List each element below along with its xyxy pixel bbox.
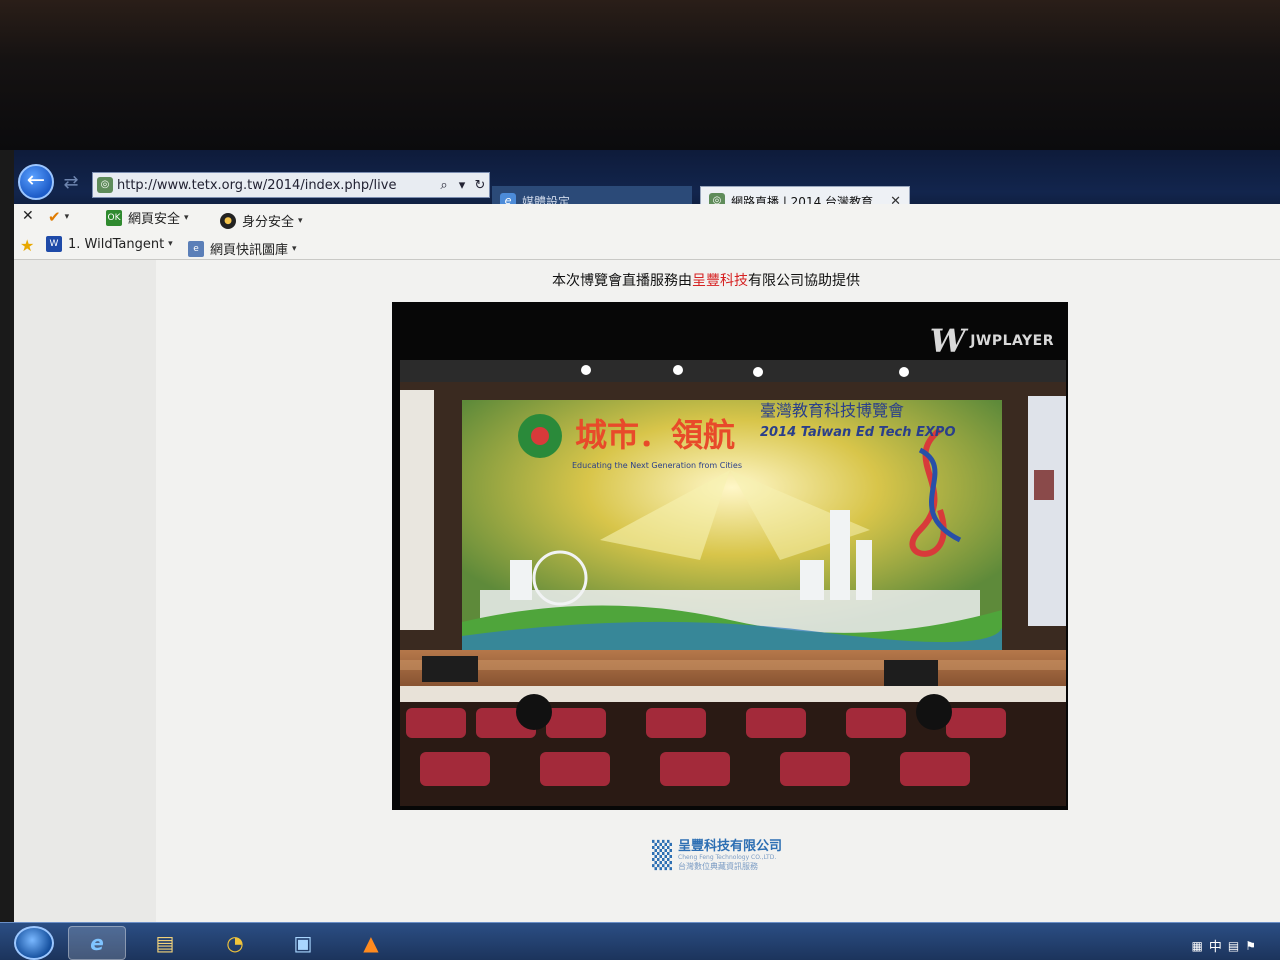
refresh-icon[interactable]: ↻ — [471, 178, 489, 193]
taskbar-ie-button[interactable]: e — [68, 926, 126, 960]
system-tray[interactable]: ▦ 中 ▤ ⚑ — [1191, 936, 1256, 956]
monitor-bezel-top — [0, 0, 1280, 150]
back-arrow-icon: ← — [26, 168, 46, 193]
close-icon: ✕ — [22, 208, 34, 224]
input-method-icon: ▦ — [1191, 938, 1203, 953]
ok-shield-icon: OK — [106, 209, 122, 226]
language-indicator[interactable]: 中 — [1209, 936, 1222, 955]
web-slice-label: 網頁快訊圖庫 — [210, 243, 289, 258]
address-url[interactable]: http://www.tetx.org.tw/2014/index.php/li… — [117, 178, 435, 193]
flag-icon: ⚑ — [1245, 938, 1256, 953]
chevron-down-icon: ▾ — [298, 215, 303, 226]
company-subtitle: 台灣數位典藏資訊服務 — [678, 861, 758, 871]
company-footer-logo[interactable]: ▒ 呈豐科技有限公司 Cheng Feng Technology CO.,LTD… — [652, 839, 783, 871]
identity-safety-label: 身分安全 — [242, 215, 295, 230]
taskbar-explorer-button[interactable]: ▤ — [136, 926, 194, 960]
favorites-star-button[interactable]: ★ — [20, 236, 34, 255]
notice-text-after: 有限公司協助提供 — [748, 273, 860, 289]
web-safety-label: 網頁安全 — [128, 212, 181, 227]
taskbar-chrome-button[interactable]: ◔ — [206, 926, 264, 960]
wildtangent-icon: W — [46, 236, 62, 252]
web-slice-gallery[interactable]: e 網頁快訊圖庫 ▾ — [188, 239, 297, 258]
banner-subtitle: 臺灣教育科技博覽會 — [760, 401, 904, 420]
address-bar[interactable]: ◎ http://www.tetx.org.tw/2014/index.php/… — [92, 172, 490, 198]
web-slice-icon: e — [188, 240, 204, 257]
chevron-down-icon: ▾ — [64, 212, 70, 222]
company-english-name: Cheng Feng Technology CO.,LTD. — [678, 853, 777, 861]
jwplayer-logo: W JWPLAYER — [930, 322, 1054, 360]
chevron-down-icon: ▾ — [168, 239, 173, 249]
taskbar-app-button[interactable]: ▣ — [274, 926, 332, 960]
stage-scene: 城市．領航 臺灣教育科技博覽會 2014 Taiwan Ed Tech EXPO… — [400, 360, 1066, 806]
ie-icon: e — [90, 931, 104, 955]
chevron-down-icon: ▾ — [184, 212, 189, 223]
banner-tagline: Educating the Next Generation from Citie… — [572, 461, 742, 470]
close-toolbar-button[interactable]: ✕ — [22, 208, 34, 224]
checkmark-menu-button[interactable]: ✔ ▾ — [48, 208, 69, 226]
checkmark-icon: ✔ — [48, 208, 61, 226]
company-logo-icon: ▒ — [652, 840, 672, 871]
monitor-app-icon: ▣ — [293, 931, 313, 955]
search-icon[interactable]: ⌕ — [435, 178, 453, 193]
back-button[interactable]: ← — [18, 164, 54, 200]
forward-button[interactable]: ⇄ — [58, 170, 84, 196]
chrome-icon: ◔ — [226, 931, 244, 955]
dropdown-caret-icon[interactable]: ▾ — [453, 178, 471, 193]
forward-arrow-icon: ⇄ — [63, 172, 79, 193]
identity-safety-button[interactable]: ● 身分安全 ▾ — [220, 211, 303, 230]
service-notice: 本次博覽會直播服務由呈豐科技有限公司協助提供 — [552, 270, 860, 290]
chevron-down-icon: ▾ — [292, 243, 297, 254]
banner-english: 2014 Taiwan Ed Tech EXPO — [760, 425, 956, 440]
notice-company-link[interactable]: 呈豐科技 — [692, 273, 748, 289]
favorite-wildtangent[interactable]: W 1. WildTangent ▾ — [46, 236, 173, 252]
favorite-label: 1. WildTangent — [68, 236, 165, 252]
keyboard-icon: ▤ — [1227, 938, 1240, 953]
jwplayer-brand: JWPLAYER — [970, 333, 1054, 349]
notice-text-before: 本次博覽會直播服務由 — [552, 273, 692, 289]
banner-title: 城市．領航 — [575, 416, 735, 454]
site-favicon-icon: ◎ — [97, 177, 113, 193]
vlc-cone-icon: ▲ — [363, 931, 379, 955]
page-left-column — [14, 260, 156, 922]
identity-icon: ● — [220, 212, 236, 229]
start-button[interactable] — [14, 926, 54, 960]
taskbar-vlc-button[interactable]: ▲ — [342, 926, 400, 960]
web-safety-button[interactable]: OK 網頁安全 ▾ — [106, 208, 189, 227]
star-icon: ★ — [20, 236, 35, 255]
video-frame[interactable]: 城市．領航 臺灣教育科技博覽會 2014 Taiwan Ed Tech EXPO… — [400, 360, 1066, 806]
jwplayer-w-icon: W — [929, 322, 967, 360]
folder-icon: ▤ — [155, 931, 175, 955]
company-name: 呈豐科技有限公司 — [678, 839, 783, 854]
